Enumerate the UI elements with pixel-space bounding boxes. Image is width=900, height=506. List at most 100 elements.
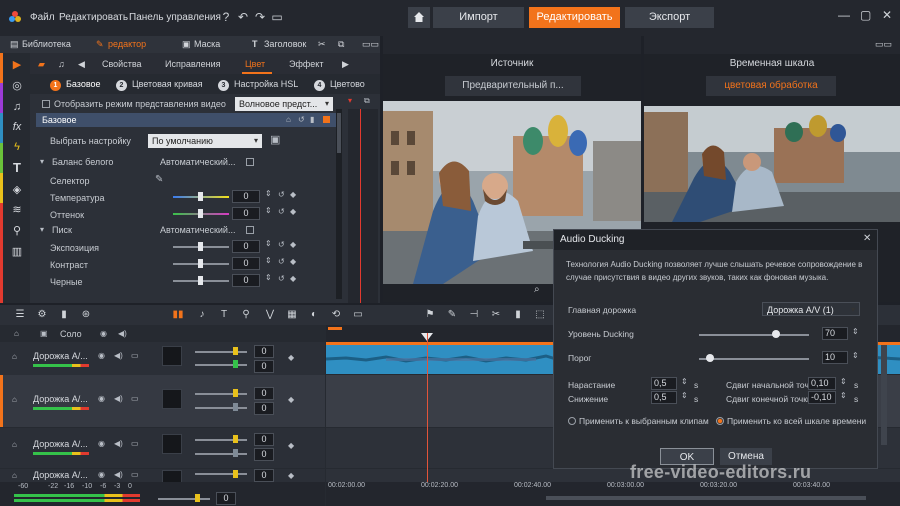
track-header-3[interactable]: ⌂ Дорожка А/... ◉ ◀) ▭ 0 0 ◆ — [0, 428, 325, 468]
delete-track-icon[interactable]: ▮ — [58, 309, 70, 321]
reset-icon[interactable]: ↺ — [298, 115, 305, 124]
track-caption-icon[interactable]: ▭ — [131, 470, 139, 479]
eyedropper-icon[interactable]: ✎ — [155, 174, 163, 185]
exposure-value[interactable]: 0 — [232, 240, 260, 253]
temperature-stepper-icon[interactable]: ⇕ — [265, 189, 272, 198]
lock-icon[interactable]: ⌂ — [286, 115, 291, 124]
split-icon[interactable]: ◐ — [308, 309, 320, 321]
help-icon[interactable]: ? — [219, 10, 233, 24]
track-volume-icon[interactable]: ◀) — [114, 439, 123, 448]
track-volume-slider[interactable] — [195, 393, 247, 395]
editor-scroll-thumb[interactable] — [337, 113, 341, 153]
video-icon[interactable]: ▰ — [38, 59, 45, 70]
view-mode-dropdown[interactable]: Волновое предст... — [235, 97, 333, 111]
panel-copy-icon[interactable]: ⧉ — [364, 96, 370, 106]
threshold-value[interactable]: 10 — [822, 351, 848, 364]
close-icon[interactable]: ✕ — [882, 8, 892, 22]
tint-value[interactable]: 0 — [232, 207, 260, 220]
lightning-icon[interactable]: ϟ — [10, 140, 24, 154]
redo-icon[interactable]: ↷ — [253, 10, 267, 24]
menu-control-panel[interactable]: Панель управления — [129, 12, 221, 23]
tool-icon[interactable]: ✂ — [318, 39, 326, 50]
exposure-stepper-icon[interactable]: ⇕ — [265, 239, 272, 248]
minimize-icon[interactable]: — — [838, 8, 850, 22]
exposure-knob[interactable] — [198, 242, 203, 251]
track-volume-value[interactable]: 0 — [254, 433, 274, 446]
track-volume-slider[interactable] — [195, 439, 247, 441]
keyframe-tool-icon[interactable]: ⚲ — [240, 309, 252, 321]
next-arrow-icon[interactable]: ▶ — [342, 59, 349, 70]
source-preview-tab[interactable]: Предварительный п... — [445, 76, 581, 96]
layout-icon[interactable]: ▭▭ — [362, 39, 379, 50]
fit-icon[interactable]: ⬚ — [534, 309, 546, 321]
blacks-value[interactable]: 0 — [232, 274, 260, 287]
undo-icon[interactable]: ↶ — [236, 10, 250, 24]
mini-timeline[interactable] — [348, 109, 378, 303]
temperature-reset-icon[interactable]: ↺ — [278, 190, 285, 199]
attack-value[interactable]: 0,5 — [651, 377, 677, 390]
tab-library[interactable]: Библиотека — [22, 39, 71, 49]
edit-tab[interactable]: Редактировать — [529, 7, 620, 28]
ripple-icon[interactable]: ⊛ — [80, 309, 92, 321]
track-lock-icon[interactable]: ⌂ — [12, 395, 17, 404]
visibility-all-icon[interactable]: ◉ — [100, 329, 107, 338]
menu-edit[interactable]: Редактировать — [59, 12, 128, 23]
master-volume-slider[interactable] — [158, 498, 210, 500]
contrast-keyframe-icon[interactable]: ◆ — [290, 257, 296, 266]
track-pan-knob[interactable] — [233, 449, 238, 457]
audio-icon[interactable]: ♫ — [10, 100, 24, 114]
temperature-keyframe-icon[interactable]: ◆ — [290, 190, 296, 199]
timeline-vertical-scroll[interactable] — [881, 345, 887, 445]
track-volume-value[interactable]: 0 — [254, 469, 274, 482]
transitions-icon[interactable]: ◎ — [10, 79, 24, 93]
track-pan-slider[interactable] — [195, 407, 247, 409]
track-caption-icon[interactable]: ▭ — [131, 351, 139, 360]
track-lock-icon[interactable]: ⌂ — [12, 471, 17, 480]
import-tab[interactable]: Импорт — [433, 7, 524, 28]
track-pan-knob[interactable] — [233, 403, 238, 411]
marker-icon[interactable]: ▾ — [348, 96, 352, 105]
track-volume-knob[interactable] — [233, 435, 238, 443]
peak-auto-checkbox[interactable] — [246, 226, 254, 234]
zoom-icon[interactable]: ⌕ — [534, 284, 540, 295]
ducking-level-knob[interactable] — [772, 330, 780, 338]
track-keyframe-icon[interactable]: ◆ — [288, 441, 294, 450]
track-volume-icon[interactable]: ◀) — [114, 470, 123, 479]
tab-effect[interactable]: Эффект — [289, 59, 323, 69]
track-keyframe-icon[interactable]: ◆ — [288, 395, 294, 404]
edit-icon[interactable]: ✎ — [446, 309, 458, 321]
contrast-value[interactable]: 0 — [232, 257, 260, 270]
track-volume-icon[interactable]: ◀) — [114, 351, 123, 360]
exposure-keyframe-icon[interactable]: ◆ — [290, 240, 296, 249]
decay-value[interactable]: 0,5 — [651, 391, 677, 404]
track-visibility-icon[interactable]: ◉ — [98, 470, 105, 479]
grid-icon[interactable]: ▦ — [286, 309, 298, 321]
track-keyframe-icon[interactable]: ◆ — [288, 471, 294, 480]
loop-icon[interactable]: ⟲ — [330, 309, 342, 321]
ducking-level-stepper-icon[interactable]: ⇕ — [852, 327, 859, 336]
track-volume-slider[interactable] — [195, 351, 247, 353]
tint-stepper-icon[interactable]: ⇕ — [265, 206, 272, 215]
track-lock-icon[interactable]: ⌂ — [12, 352, 17, 361]
tab-mask[interactable]: Маска — [194, 39, 220, 49]
attack-stepper-icon[interactable]: ⇕ — [681, 377, 688, 386]
copy-icon[interactable]: ⧉ — [338, 39, 344, 50]
music-icon[interactable]: ♫ — [58, 59, 65, 69]
track-pan-value[interactable]: 0 — [254, 448, 274, 461]
delete-icon[interactable]: ▮ — [310, 115, 314, 124]
track-keyframe-icon[interactable]: ◆ — [288, 353, 294, 362]
track-pan-slider[interactable] — [195, 364, 247, 366]
track-volume-knob[interactable] — [233, 347, 238, 355]
blacks-keyframe-icon[interactable]: ◆ — [290, 274, 296, 283]
tab-title[interactable]: Заголовок — [264, 39, 306, 49]
tab-properties[interactable]: Свойства — [102, 59, 142, 69]
maximize-icon[interactable]: ▢ — [860, 8, 871, 22]
preset-dropdown[interactable]: По умолчанию — [148, 134, 262, 148]
start-shift-stepper-icon[interactable]: ⇕ — [840, 377, 847, 386]
media-icon[interactable]: ▶ — [10, 58, 24, 72]
timeline-ruler-bottom[interactable]: 00:02:00.00 00:02:20.00 00:02:40.00 00:0… — [326, 482, 900, 506]
track-volume-slider[interactable] — [195, 473, 247, 475]
start-shift-value[interactable]: 0,10 — [808, 377, 836, 390]
track-caption-icon[interactable]: ▭ — [131, 439, 139, 448]
menu-file[interactable]: Файл — [30, 12, 55, 23]
